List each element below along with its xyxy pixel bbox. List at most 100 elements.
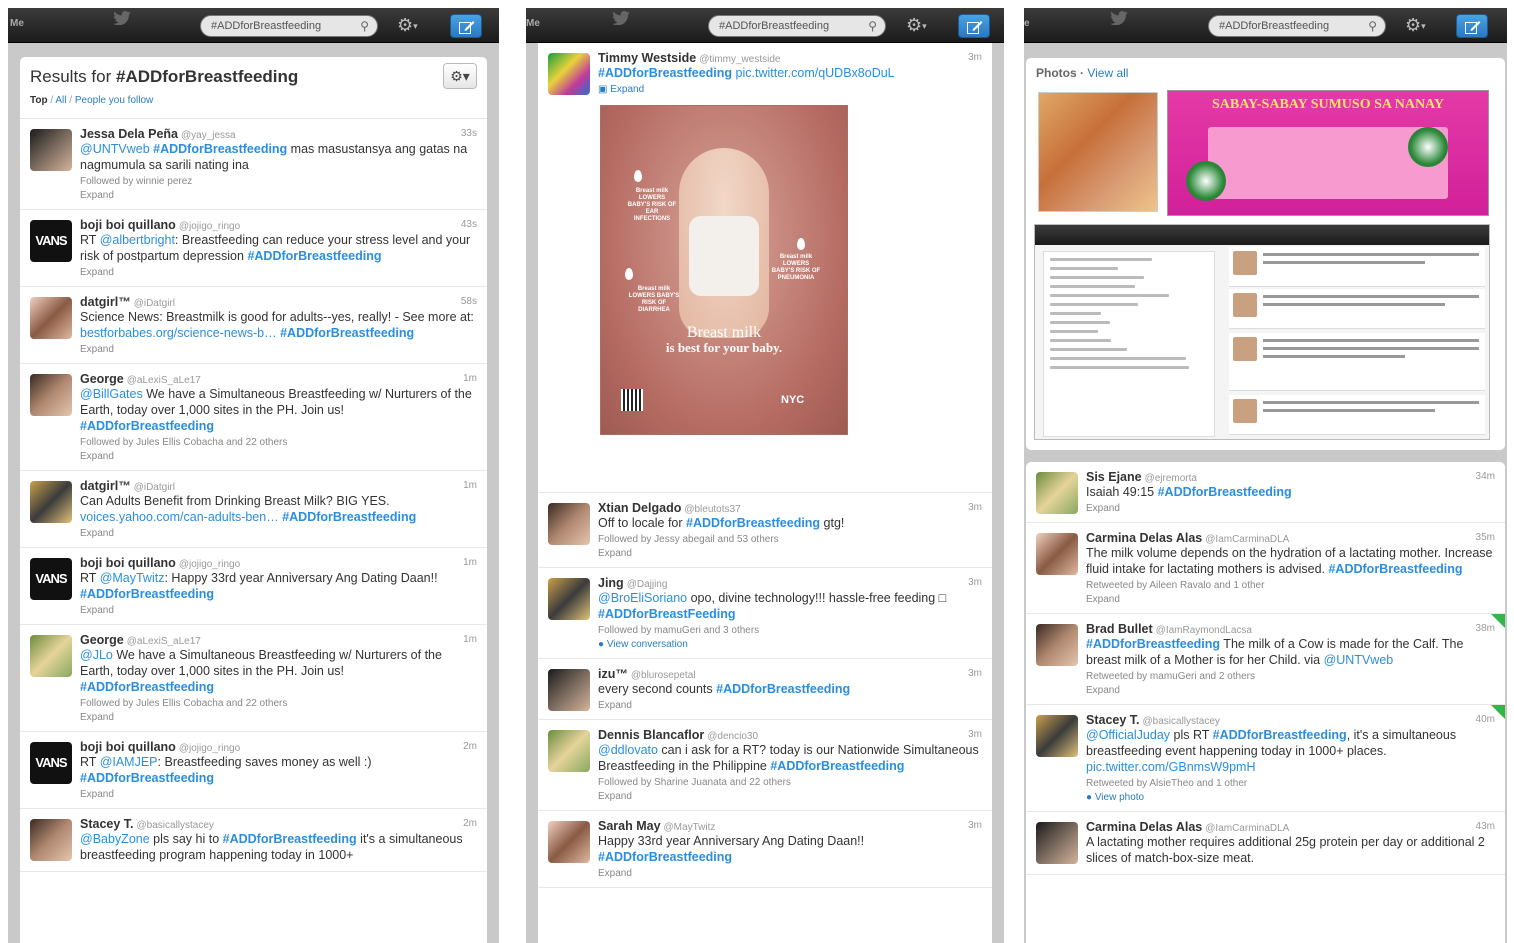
avatar[interactable] [30,819,72,861]
link[interactable]: @UNTVweb [1324,653,1394,667]
photo-thumbnail[interactable] [1034,224,1490,440]
tweet-handle[interactable]: @IamCarminaDLA [1205,823,1289,834]
tweet-handle[interactable]: @IamRaymondLacsa [1156,625,1252,636]
tweet-author[interactable]: Timmy Westside [598,51,696,65]
tweet-time[interactable]: 1m [463,557,477,568]
tweet[interactable]: Stacey T. @basicallystacey 40m @OfficialJud… [1026,705,1505,812]
tweet-handle[interactable]: @jojigo_ringo [179,221,240,232]
expand-link[interactable]: Expand [80,451,477,462]
avatar[interactable] [30,635,72,677]
twitter-bird-icon[interactable] [612,11,630,25]
expand-link[interactable]: ▣ Expand [598,84,982,95]
photo-thumbnail[interactable] [1038,92,1158,212]
expand-link[interactable]: Expand [80,267,477,278]
expand-link[interactable]: Expand [1086,685,1495,696]
me-label[interactable]: Me [10,18,24,29]
link[interactable]: @JLo [80,648,113,662]
tweet-author[interactable]: datgirl™ [80,479,131,493]
tweet-author[interactable]: George [80,372,124,386]
search-icon[interactable]: ⚲ [360,19,369,33]
tweet-handle[interactable]: @aLexiS_aLe17 [127,375,201,386]
tweet-author[interactable]: Carmina Delas Alas [1086,820,1202,834]
tweet-author[interactable]: Brad Bullet [1086,622,1153,636]
tweet-time[interactable]: 1m [463,373,477,384]
tweet-time[interactable]: 43s [461,219,477,230]
tweet[interactable]: George @aLexiS_aLe17 1m @BillGates We have … [20,364,487,471]
avatar[interactable]: VANS [30,558,72,600]
tweet-time[interactable]: 3m [968,52,982,63]
expand-link[interactable]: Expand [80,190,477,201]
search-icon[interactable]: ⚲ [868,19,877,33]
hashtag-link[interactable]: #ADDforBreastfeeding [598,66,732,80]
tweet-time[interactable]: 33s [461,128,477,139]
hashtag-link[interactable]: #ADDforBreastfeeding [598,850,732,864]
hashtag-link[interactable]: #ADDforBreastfeeding [1328,562,1462,576]
tweet-handle[interactable]: @basicallystacey [1143,716,1220,727]
tweet-time[interactable]: 3m [968,820,982,831]
pic-link[interactable]: pic.twitter.com/qUDBx8oDuL [736,66,895,80]
tweet[interactable]: Dennis Blancaflor @dencio30 3m @ddlovato ca… [538,720,992,811]
tweet-author[interactable]: boji boi quillano [80,556,176,570]
hashtag-link[interactable]: #ADDforBreastfeeding [80,587,214,601]
search-input[interactable]: #ADDforBreastfeeding ⚲ [1208,15,1386,37]
hashtag-link[interactable]: #ADDforBreastfeeding [80,419,214,433]
tweet-time[interactable]: 1m [463,480,477,491]
expand-link[interactable]: Expand [1086,503,1495,514]
tweet-time[interactable]: 3m [968,502,982,513]
expand-link[interactable]: ● View photo [1086,792,1495,803]
compose-button[interactable] [1456,14,1488,38]
avatar[interactable] [548,821,590,863]
expand-link[interactable]: Expand [598,548,982,559]
expand-link[interactable]: Expand [80,528,477,539]
me-label[interactable]: e [1024,18,1030,29]
expand-link[interactable]: Expand [80,344,477,355]
tweet[interactable]: Jing @Dajjing 3m @BroEliSoriano opo, divine… [538,568,992,659]
tweet-author[interactable]: Stacey T. [1086,713,1140,727]
tweet-author[interactable]: boji boi quillano [80,218,176,232]
tweet-author[interactable]: Dennis Blancaflor [598,728,704,742]
avatar[interactable] [1036,715,1078,757]
gear-icon[interactable]: ⚙▾ [397,15,418,36]
avatar[interactable] [1036,472,1078,514]
tweet-time[interactable]: 34m [1476,471,1495,482]
avatar[interactable] [548,730,590,772]
tweet[interactable]: Xtian Delgado @bleutots37 3m Off to locale … [538,493,992,568]
hashtag-link[interactable]: #ADDforBreastfeeding [1086,637,1220,651]
expand-link[interactable]: Expand [598,868,982,879]
tweet-time[interactable]: 2m [463,741,477,752]
avatar[interactable]: VANS [30,220,72,262]
avatar[interactable] [1036,624,1078,666]
expand-link[interactable]: Expand [80,789,477,800]
tweet-author[interactable]: Carmina Delas Alas [1086,531,1202,545]
tweet-author[interactable]: Sarah May [598,819,661,833]
link[interactable]: @MayTwitz [100,571,165,585]
tweet-time[interactable]: 58s [461,296,477,307]
avatar[interactable] [30,481,72,523]
tweet-time[interactable]: 43m [1476,821,1495,832]
search-icon[interactable]: ⚲ [1368,19,1377,33]
link[interactable]: @albertbright [100,233,175,247]
tweet-handle[interactable]: @aLexiS_aLe17 [127,636,201,647]
me-label[interactable]: Me [526,18,540,29]
hashtag-link[interactable]: #ADDforBreastfeeding [1158,485,1292,499]
tweet[interactable]: Timmy Westside @timmy_westside 3m #ADDfor… [538,43,992,493]
tweet-time[interactable]: 3m [968,577,982,588]
link[interactable]: bestforbabes.org/science-news-b… [80,326,277,340]
hashtag-link[interactable]: #ADDforBreastfeeding [770,759,904,773]
tweet[interactable]: George @aLexiS_aLe17 1m @JLo We have a Simu… [20,625,487,732]
tweet[interactable]: Sis Ejane @ejremorta 34m Isaiah 49:15 #ADDf… [1026,462,1505,523]
avatar[interactable] [30,129,72,171]
tweet[interactable]: Jessa Dela Peña @yay_jessa 33s @UNTVweb #AD… [20,119,487,210]
avatar[interactable] [30,297,72,339]
results-settings-button[interactable]: ⚙▾ [443,63,477,89]
compose-button[interactable] [958,14,990,38]
tweet[interactable]: Brad Bullet @IamRaymondLacsa 38m #ADDforBre… [1026,614,1505,705]
link[interactable]: @OfficialJuday [1086,728,1170,742]
tweet-handle[interactable]: @iDatgirl [134,298,175,309]
link[interactable]: @BillGates [80,387,143,401]
tweet-handle[interactable]: @jojigo_ringo [179,559,240,570]
avatar[interactable] [1036,822,1078,864]
hashtag-link[interactable]: #ADDforBreastfeeding [716,682,850,696]
tweet[interactable]: VANS boji boi quillano @jojigo_ringo 43s RT … [20,210,487,287]
tweet-author[interactable]: boji boi quillano [80,740,176,754]
